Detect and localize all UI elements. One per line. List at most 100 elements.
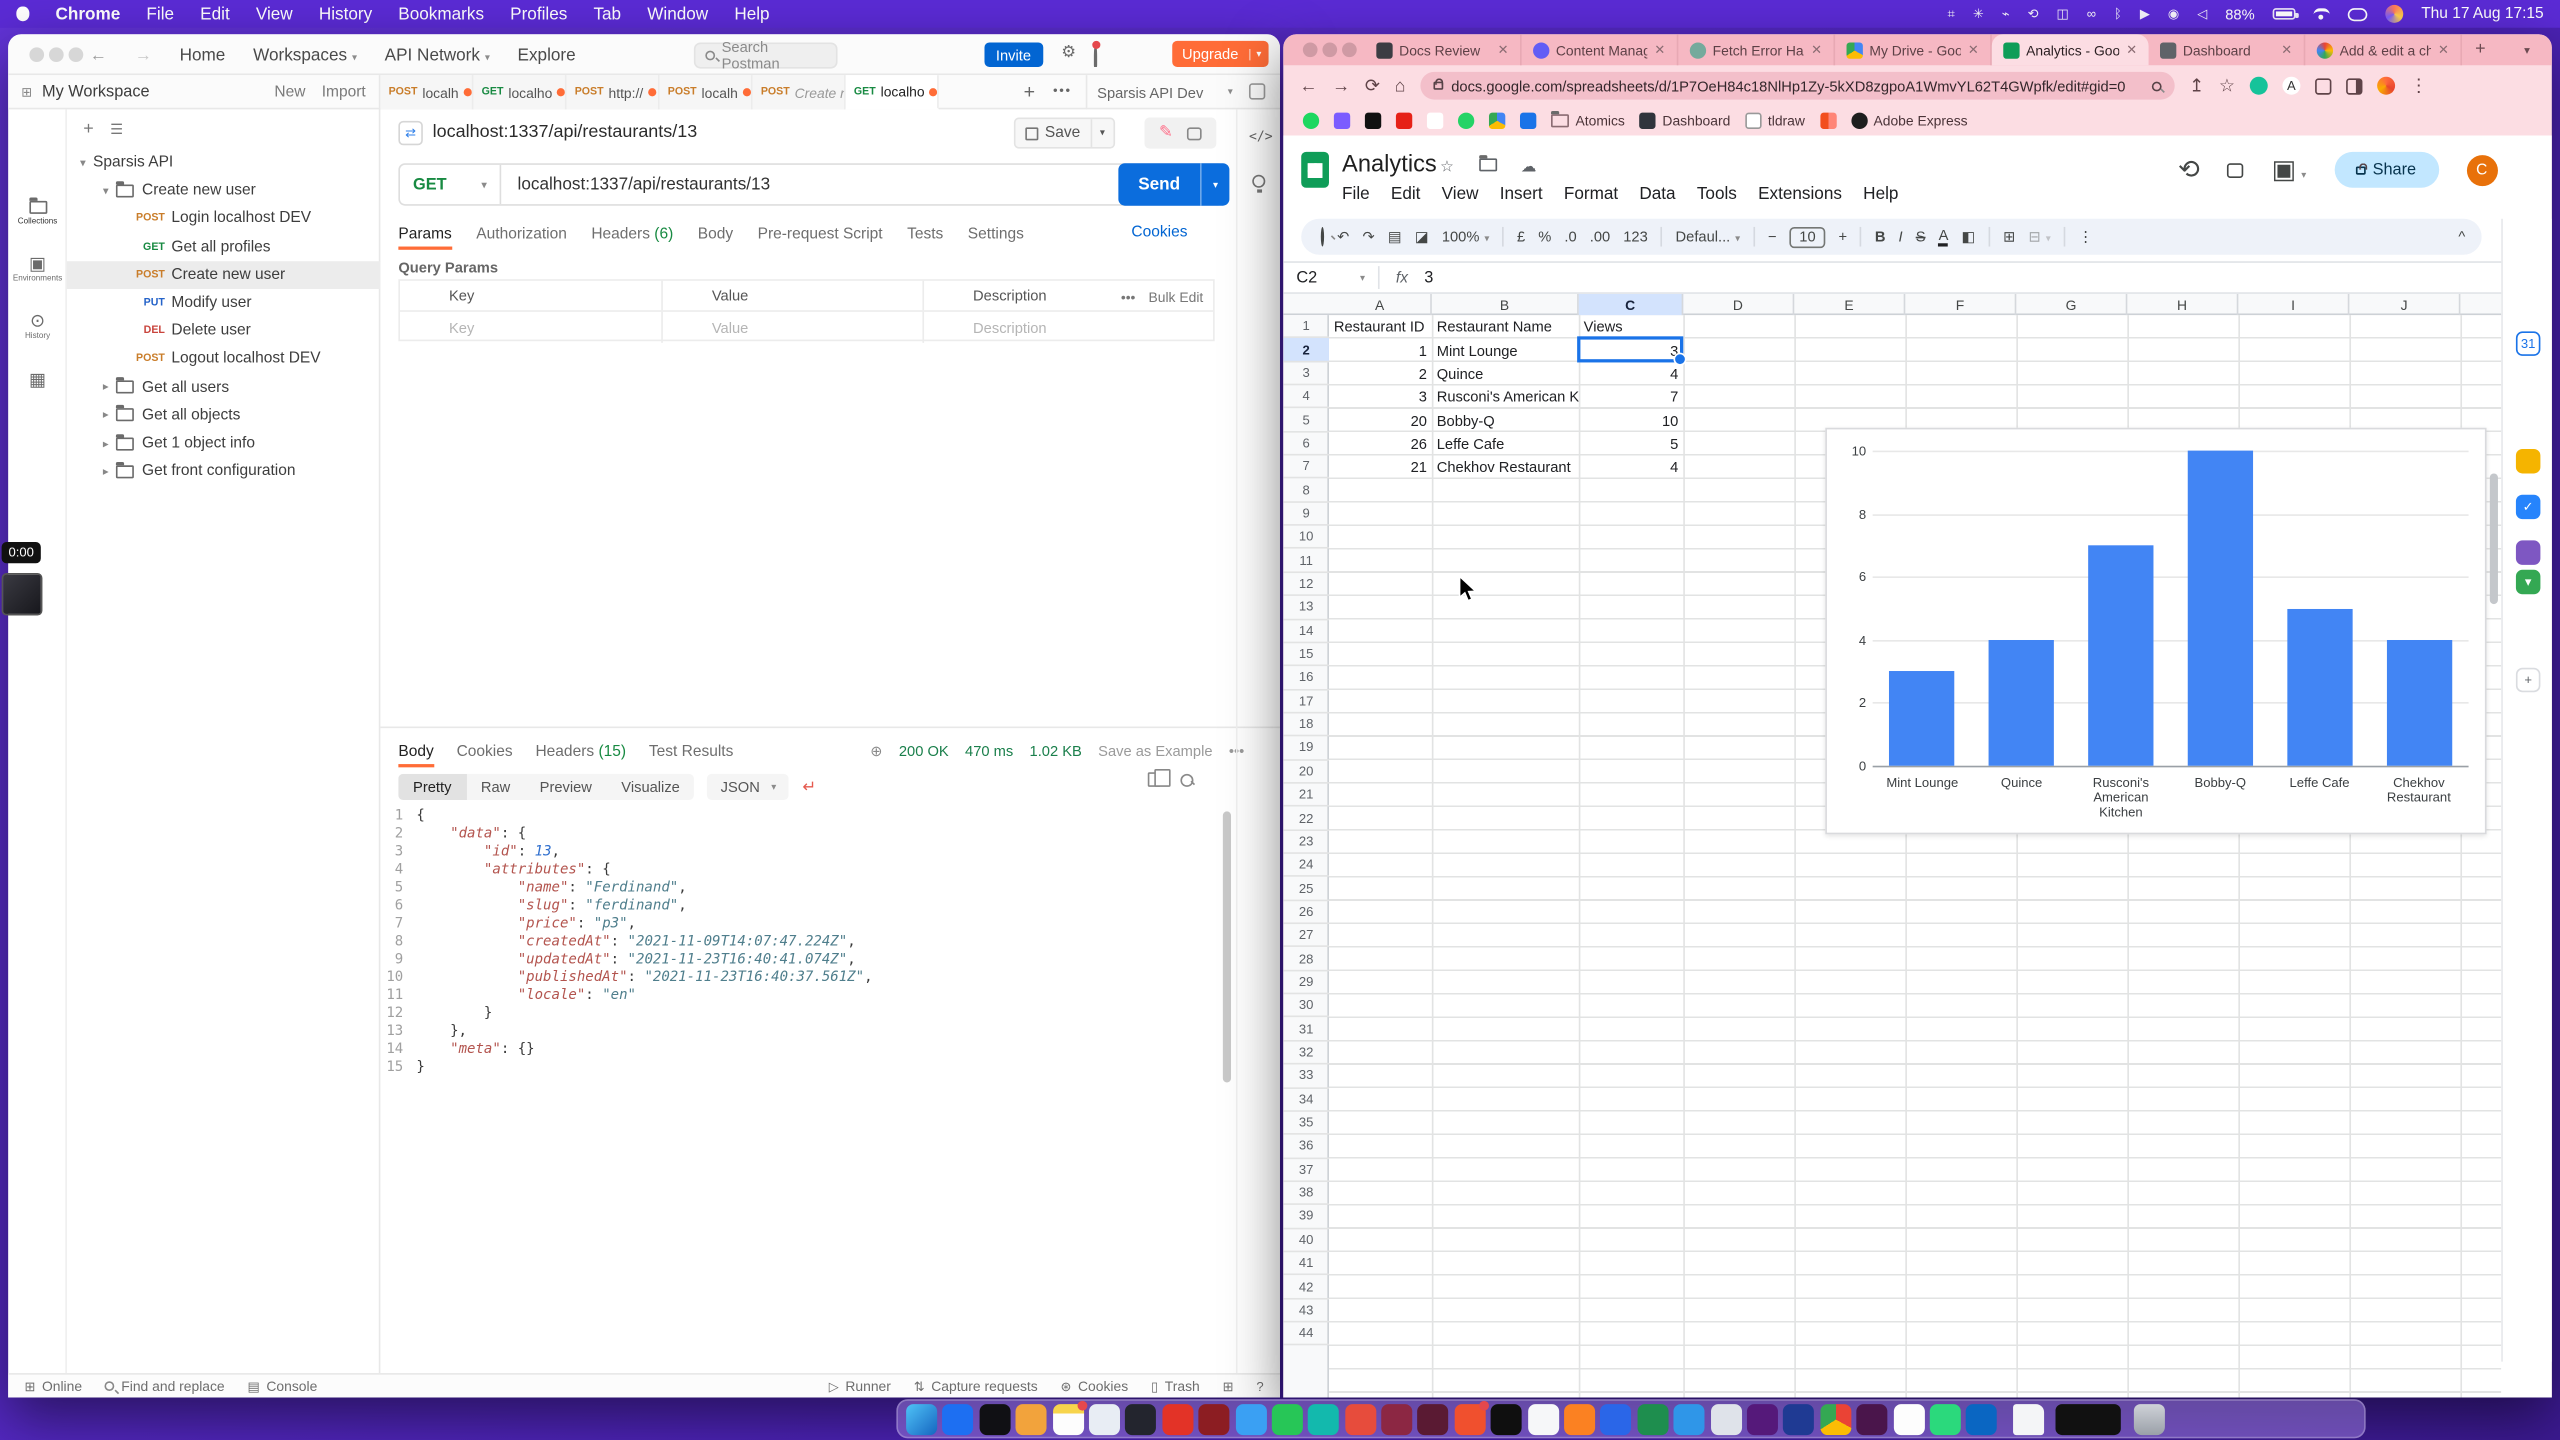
dock-photoshop-icon[interactable] bbox=[1783, 1403, 1814, 1434]
sheets-logo-icon[interactable] bbox=[1301, 152, 1329, 188]
response-tab-headers-15-[interactable]: Headers (15) bbox=[535, 742, 626, 760]
menu-data[interactable]: Data bbox=[1639, 184, 1675, 204]
menu-item-profiles[interactable]: Profiles bbox=[510, 4, 567, 24]
row-header-39[interactable]: 39 bbox=[1283, 1205, 1329, 1228]
chrome-menu-icon[interactable]: ⋮ bbox=[2410, 75, 2428, 96]
row-header-42[interactable]: 42 bbox=[1283, 1276, 1329, 1299]
row-header-21[interactable]: 21 bbox=[1283, 784, 1329, 807]
dock-finder-icon[interactable] bbox=[906, 1403, 937, 1434]
dock-postman-icon[interactable] bbox=[1454, 1403, 1485, 1434]
status-user-icon[interactable]: ◉ bbox=[2168, 7, 2179, 22]
dock-linkedin-icon[interactable] bbox=[1966, 1403, 1997, 1434]
row-header-16[interactable]: 16 bbox=[1283, 667, 1329, 690]
side-panel-maps-icon[interactable]: ▾ bbox=[2516, 570, 2540, 594]
cell-C4[interactable]: 7 bbox=[1579, 385, 1683, 408]
borders-icon[interactable]: ⊞ bbox=[2003, 228, 2015, 246]
menu-item-window[interactable]: Window bbox=[647, 4, 708, 24]
side-panel-calendar-icon[interactable]: 31 bbox=[2516, 331, 2540, 355]
dock-teams-icon[interactable] bbox=[1308, 1403, 1339, 1434]
dock-maps-icon[interactable] bbox=[1345, 1403, 1376, 1434]
tree-request-modify-user[interactable]: PUTModify user bbox=[67, 289, 380, 317]
browser-tab-my-drive-goo[interactable]: My Drive - Goo✕ bbox=[1835, 34, 1992, 65]
dock-mail-icon[interactable] bbox=[1089, 1403, 1120, 1434]
row-header-11[interactable]: 11 bbox=[1283, 549, 1329, 572]
response-body-json[interactable]: 1{2 "data": {3 "id": 13,4 "attributes": … bbox=[380, 808, 1262, 1373]
cell-C6[interactable]: 5 bbox=[1579, 432, 1683, 455]
share-icon[interactable]: ↥ bbox=[2189, 75, 2204, 96]
cell-B2[interactable]: Mint Lounge bbox=[1432, 339, 1579, 362]
menu-item-chrome[interactable]: Chrome bbox=[56, 4, 121, 24]
wrap-text-icon[interactable]: ↵ bbox=[802, 778, 816, 796]
column-header-I[interactable]: I bbox=[2238, 294, 2349, 315]
nav-home[interactable]: Home bbox=[180, 45, 226, 65]
menu-item-bookmarks[interactable]: Bookmarks bbox=[398, 4, 484, 24]
row-header-38[interactable]: 38 bbox=[1283, 1182, 1329, 1205]
edit-pencil-icon[interactable]: ✎ bbox=[1159, 124, 1173, 142]
new-button[interactable]: New bbox=[274, 83, 305, 101]
row-header-35[interactable]: 35 bbox=[1283, 1112, 1329, 1135]
row-header-17[interactable]: 17 bbox=[1283, 690, 1329, 713]
row-header-25[interactable]: 25 bbox=[1283, 877, 1329, 900]
request-tab-3[interactable]: POSThttp:// bbox=[567, 75, 660, 109]
dock-xd-icon[interactable] bbox=[1747, 1403, 1778, 1434]
undo-icon[interactable]: ↶ bbox=[1337, 228, 1349, 246]
status-console[interactable]: ▤Console bbox=[248, 1378, 318, 1394]
dock-stream-deck-icon[interactable] bbox=[2056, 1403, 2121, 1434]
bookmark-youtube-icon[interactable] bbox=[1396, 113, 1412, 129]
request-tab-body[interactable]: Body bbox=[698, 224, 733, 242]
network-globe-icon[interactable]: ⊕ bbox=[870, 742, 882, 760]
italic-icon[interactable]: I bbox=[1899, 229, 1903, 245]
menu-item-history[interactable]: History bbox=[319, 4, 372, 24]
back-icon[interactable]: ← bbox=[1300, 76, 1318, 96]
environment-quick-look-icon[interactable] bbox=[1249, 83, 1265, 99]
request-tab-6[interactable]: GETlocalho bbox=[846, 75, 939, 109]
tree-request-logout-localhost-dev[interactable]: POSTLogout localhost DEV bbox=[67, 345, 380, 373]
status-snowflake-icon[interactable]: ✳ bbox=[1973, 7, 1984, 22]
control-center-icon[interactable] bbox=[2348, 7, 2368, 20]
bookmark-red-app[interactable] bbox=[1820, 113, 1836, 129]
bookmark-drive-icon[interactable] bbox=[1489, 113, 1505, 129]
print-icon[interactable]: ▤ bbox=[1388, 228, 1402, 246]
cookies-link[interactable]: Cookies bbox=[1131, 224, 1187, 242]
chart-bar[interactable] bbox=[2088, 545, 2153, 766]
tree-request-get-all-profiles[interactable]: GETGet all profiles bbox=[67, 233, 380, 261]
row-header-27[interactable]: 27 bbox=[1283, 924, 1329, 947]
increase-decimals-icon[interactable]: .00 bbox=[1590, 229, 1610, 245]
row-header-34[interactable]: 34 bbox=[1283, 1088, 1329, 1111]
browser-tab-fetch-error-ha[interactable]: Fetch Error Ha✕ bbox=[1678, 34, 1835, 65]
menu-insert[interactable]: Insert bbox=[1500, 184, 1543, 204]
row-header-41[interactable]: 41 bbox=[1283, 1252, 1329, 1275]
format-tab-pretty[interactable]: Pretty bbox=[398, 774, 466, 800]
menu-item-tab[interactable]: Tab bbox=[593, 4, 621, 24]
request-tab-pre-request-script[interactable]: Pre-request Script bbox=[758, 224, 883, 242]
method-select[interactable]: GET▾ bbox=[400, 165, 501, 204]
vertical-scrollbar[interactable] bbox=[2490, 473, 2498, 604]
menu-item-file[interactable]: File bbox=[146, 4, 174, 24]
side-panel-tasks-icon[interactable]: ✓ bbox=[2516, 495, 2540, 519]
response-size[interactable]: 1.02 KB bbox=[1030, 743, 1082, 759]
dock-netflix-icon[interactable] bbox=[1199, 1403, 1230, 1434]
cell-C5[interactable]: 10 bbox=[1579, 409, 1683, 432]
tree-folder-get-all-objects[interactable]: ▸Get all objects bbox=[67, 401, 380, 429]
menu-file[interactable]: File bbox=[1342, 184, 1370, 204]
cloud-status-icon[interactable]: ☁ bbox=[1521, 158, 1537, 176]
decrease-decimals-icon[interactable]: .0 bbox=[1564, 229, 1576, 245]
row-header-3[interactable]: 3 bbox=[1283, 362, 1329, 385]
key-input[interactable]: Key bbox=[400, 312, 663, 343]
request-tab-5[interactable]: POSTCreate n bbox=[753, 75, 846, 109]
apple-icon[interactable] bbox=[16, 7, 29, 22]
request-tab-params[interactable]: Params bbox=[398, 224, 451, 242]
row-header-12[interactable]: 12 bbox=[1283, 573, 1329, 596]
close-traffic-light[interactable] bbox=[1303, 42, 1318, 57]
nav-api-network[interactable]: API Network▾ bbox=[385, 45, 490, 65]
row-header-5[interactable]: 5 bbox=[1283, 409, 1329, 432]
menu-edit[interactable]: Edit bbox=[1391, 184, 1421, 204]
cell-A6[interactable]: 26 bbox=[1329, 432, 1432, 455]
row-header-22[interactable]: 22 bbox=[1283, 807, 1329, 830]
help-icon[interactable]: ? bbox=[1256, 1379, 1263, 1394]
row-header-33[interactable]: 33 bbox=[1283, 1065, 1329, 1088]
save-as-example-button[interactable]: Save as Example bbox=[1098, 743, 1212, 759]
column-header-H[interactable]: H bbox=[2127, 294, 2238, 315]
row-header-43[interactable]: 43 bbox=[1283, 1299, 1329, 1322]
row-header-15[interactable]: 15 bbox=[1283, 643, 1329, 666]
